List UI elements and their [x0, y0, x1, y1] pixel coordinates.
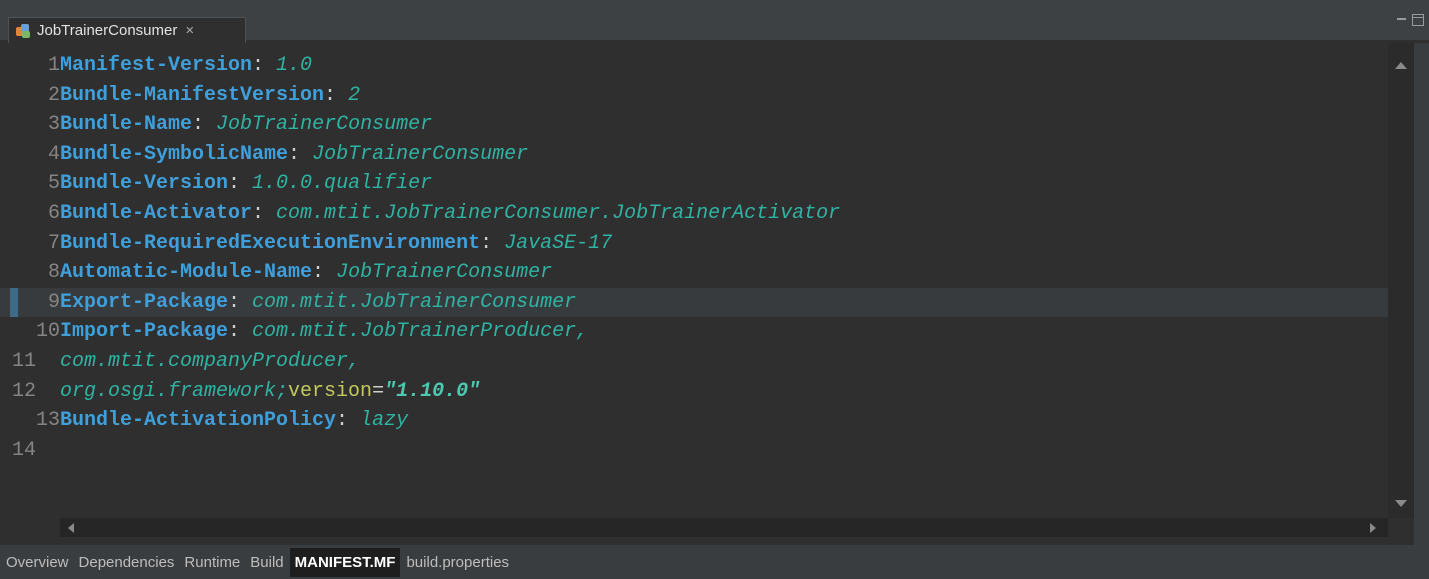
page-tab-manifest-mf[interactable]: MANIFEST.MF — [289, 547, 401, 577]
maximize-icon[interactable] — [1412, 14, 1424, 26]
code-line[interactable]: 4Bundle-SymbolicName: JobTrainerConsumer — [0, 140, 1388, 170]
vertical-scrollbar[interactable] — [1388, 43, 1414, 518]
key-separator: : — [192, 113, 205, 137]
manifest-key: Automatic-Module-Name — [60, 261, 313, 285]
page-tab-overview[interactable]: Overview — [2, 548, 73, 577]
code-line[interactable]: 10Import-Package: com.mtit.JobTrainerPro… — [0, 317, 1388, 347]
line-number: 5 — [47, 172, 60, 196]
manifest-value: 1.0 — [264, 54, 313, 77]
editor-right-border — [1414, 43, 1429, 545]
manifest-key: Bundle-ManifestVersion — [60, 83, 325, 107]
code-line[interactable]: 11 com.mtit.companyProducer, — [0, 347, 1388, 377]
line-number: 12 — [11, 379, 36, 403]
manifest-key: Bundle-Activator — [60, 201, 253, 225]
attribute-name: version — [288, 379, 373, 403]
page-tab-dependencies[interactable]: Dependencies — [75, 548, 179, 577]
editor-page-tabs: Overview Dependencies Runtime Build MANIFEST… — [0, 545, 1429, 579]
manifest-value: JobTrainerConsumer — [204, 113, 433, 137]
manifest-value: 1.0.0.qualifier — [240, 172, 433, 196]
manifest-value: JobTrainerConsumer — [324, 261, 553, 285]
code-line[interactable]: 1Manifest-Version: 1.0 — [0, 51, 1388, 81]
line-number: 14 — [11, 438, 36, 462]
code-line[interactable]: 14 — [0, 436, 1388, 466]
manifest-value: org.osgi.framework; — [36, 379, 289, 403]
manifest-key: Export-Package — [60, 290, 229, 314]
manifest-value: JobTrainerConsumer — [300, 142, 529, 166]
line-number: 13 — [35, 409, 60, 433]
manifest-key: Bundle-Version — [60, 172, 229, 196]
manifest-value: com.mtit.companyProducer, — [36, 349, 361, 373]
code-lines[interactable]: 1Manifest-Version: 1.0 2Bundle-ManifestVe… — [0, 51, 1388, 465]
line-number: 8 — [47, 261, 60, 285]
manifest-value: com.mtit.JobTrainerProducer, — [240, 320, 589, 344]
current-line-marker — [10, 288, 18, 317]
code-line[interactable]: 3Bundle-Name: JobTrainerConsumer — [0, 110, 1388, 140]
page-tab-build-properties[interactable]: build.properties — [402, 548, 513, 577]
manifest-key: Bundle-ActivationPolicy — [60, 409, 337, 433]
code-line[interactable]: 2Bundle-ManifestVersion: 2 — [0, 81, 1388, 111]
manifest-source-editor[interactable]: 1Manifest-Version: 1.0 2Bundle-ManifestVe… — [0, 43, 1429, 545]
scroll-left-icon[interactable] — [68, 523, 74, 533]
manifest-key: Manifest-Version — [60, 54, 253, 77]
plugin-manifest-icon — [15, 23, 31, 39]
key-separator: : — [252, 201, 265, 225]
code-line[interactable]: 5Bundle-Version: 1.0.0.qualifier — [0, 169, 1388, 199]
code-line[interactable]: 13Bundle-ActivationPolicy: lazy — [0, 406, 1388, 436]
manifest-key: Import-Package — [60, 320, 229, 344]
horizontal-scrollbar[interactable] — [60, 518, 1388, 537]
line-number: 1 — [47, 54, 60, 77]
key-separator: : — [228, 172, 241, 196]
line-number: 4 — [47, 142, 60, 166]
manifest-value: lazy — [348, 409, 409, 433]
attribute-value: "1.10.0" — [384, 379, 481, 403]
scroll-right-icon[interactable] — [1370, 523, 1376, 533]
page-tab-build[interactable]: Build — [246, 548, 287, 577]
key-separator: : — [252, 54, 265, 77]
key-separator: : — [312, 261, 325, 285]
scroll-down-icon[interactable] — [1395, 500, 1407, 507]
tab-label: JobTrainerConsumer — [37, 22, 178, 39]
line-number: 6 — [47, 201, 60, 225]
scroll-up-icon[interactable] — [1395, 62, 1407, 69]
manifest-key: Bundle-SymbolicName — [60, 142, 289, 166]
manifest-key: Bundle-Name — [60, 113, 193, 137]
code-line[interactable]: 7Bundle-RequiredExecutionEnvironment: Ja… — [0, 229, 1388, 259]
manifest-value: 2 — [336, 83, 361, 107]
line-number: 7 — [47, 231, 60, 255]
manifest-value: com.mtit.JobTrainerConsumer.JobTrainerAc… — [264, 201, 841, 225]
manifest-key: Bundle-RequiredExecutionEnvironment — [60, 231, 481, 255]
key-separator: : — [480, 231, 493, 255]
line-number: 10 — [35, 320, 60, 344]
minimize-icon[interactable] — [1396, 14, 1408, 26]
manifest-value: JavaSE-17 — [492, 231, 613, 255]
key-separator: : — [288, 142, 301, 166]
tab-manifest-editor[interactable]: JobTrainerConsumer × — [8, 17, 246, 43]
line-number: 9 — [47, 290, 60, 314]
code-line[interactable]: 12 org.osgi.framework;version="1.10.0" — [0, 377, 1388, 407]
code-line[interactable]: 9Export-Package: com.mtit.JobTrainerCons… — [0, 287, 1388, 318]
line-number: 3 — [47, 113, 60, 137]
code-line[interactable]: 6Bundle-Activator: com.mtit.JobTrainerCo… — [0, 199, 1388, 229]
manifest-value: com.mtit.JobTrainerConsumer — [240, 290, 577, 314]
line-number: 11 — [11, 349, 36, 373]
key-separator: : — [336, 409, 349, 433]
close-icon[interactable]: × — [185, 22, 194, 39]
code-line[interactable]: 8Automatic-Module-Name: JobTrainerConsum… — [0, 258, 1388, 288]
page-tab-runtime[interactable]: Runtime — [180, 548, 244, 577]
editor-tab-bar: JobTrainerConsumer × — [0, 0, 1429, 43]
line-number: 2 — [47, 83, 60, 107]
key-separator: : — [228, 320, 241, 344]
attribute-equals: = — [372, 379, 385, 403]
key-separator: : — [324, 83, 337, 107]
key-separator: : — [228, 290, 241, 314]
